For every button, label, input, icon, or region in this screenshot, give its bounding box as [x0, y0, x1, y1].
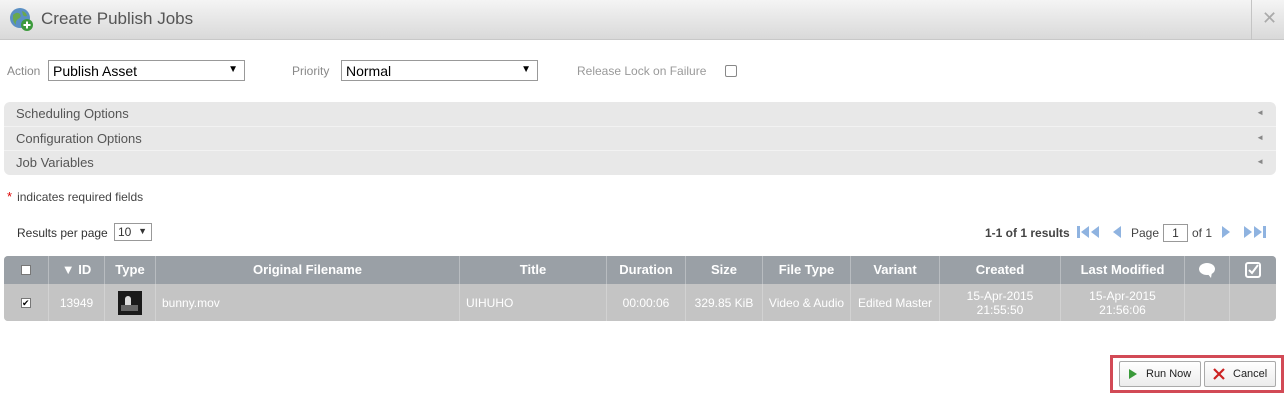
accordion-label: Scheduling Options: [16, 106, 129, 121]
options-accordion: Scheduling Options ◄ Configuration Optio…: [4, 102, 1276, 175]
column-header-duration[interactable]: Duration: [607, 256, 686, 284]
cancel-label: Cancel: [1233, 368, 1268, 380]
row-size: 329.85 KiB: [686, 284, 763, 321]
dialog-titlebar: Create Publish Jobs ✕: [0, 0, 1284, 40]
row-last-modified: 15-Apr-2015 21:56:06: [1061, 284, 1185, 321]
row-created-time: 21:55:50: [976, 302, 1024, 317]
results-per-page-value: 10: [118, 225, 132, 239]
accordion-scheduling-options[interactable]: Scheduling Options ◄: [4, 102, 1276, 126]
required-note-text: indicates required fields: [17, 190, 144, 204]
play-icon: [1129, 369, 1137, 379]
globe-add-icon: [10, 8, 33, 31]
select-all-header[interactable]: [4, 256, 49, 284]
next-page-icon[interactable]: [1219, 224, 1233, 243]
results-per-page-select[interactable]: 10 ▼: [114, 223, 152, 241]
dialog-title: Create Publish Jobs: [41, 9, 194, 28]
first-page-icon[interactable]: [1076, 224, 1102, 243]
row-status: [1230, 284, 1276, 321]
cancel-button[interactable]: Cancel: [1204, 361, 1276, 387]
table-row[interactable]: 13949 bunny.mov UIHUHO 00:00:06 329.85 K…: [4, 284, 1276, 321]
row-comments: [1185, 284, 1230, 321]
video-thumbnail-icon[interactable]: [118, 290, 142, 315]
priority-select[interactable]: Normal ▼: [341, 60, 538, 81]
required-fields-note: * indicates required fields: [7, 189, 143, 204]
accordion-label: Configuration Options: [16, 131, 142, 146]
row-created: 15-Apr-2015 21:55:50: [940, 284, 1061, 321]
results-per-page-label: Results per page: [17, 226, 108, 240]
column-header-size[interactable]: Size: [686, 256, 763, 284]
column-header-file-type[interactable]: File Type: [763, 256, 851, 284]
row-duration: 00:00:06: [607, 284, 686, 321]
row-filename: bunny.mov: [156, 284, 460, 321]
priority-label: Priority: [292, 64, 330, 78]
column-header-status[interactable]: [1230, 256, 1276, 284]
row-variant: Edited Master: [851, 284, 940, 321]
chevron-down-icon: ▼: [138, 226, 147, 236]
speech-bubble-icon: [1199, 263, 1215, 278]
close-icon[interactable]: ✕: [1262, 9, 1277, 27]
release-lock-label: Release Lock on Failure: [577, 64, 707, 78]
column-header-title[interactable]: Title: [460, 256, 607, 284]
row-id: 13949: [49, 284, 105, 321]
column-header-original-filename[interactable]: Original Filename: [156, 256, 460, 284]
accordion-label: Job Variables: [16, 155, 94, 170]
collapse-arrow-icon: ◄: [1256, 157, 1264, 166]
row-select-cell[interactable]: [4, 284, 49, 321]
column-header-type[interactable]: Type: [105, 256, 156, 284]
chevron-down-icon: ▼: [521, 64, 531, 75]
accordion-configuration-options[interactable]: Configuration Options ◄: [4, 126, 1276, 150]
run-now-label: Run Now: [1146, 368, 1192, 380]
column-header-variant[interactable]: Variant: [851, 256, 940, 284]
cancel-x-icon: [1213, 368, 1225, 380]
results-count: 1-1 of 1 results: [985, 226, 1070, 240]
run-now-button[interactable]: Run Now: [1119, 361, 1201, 387]
row-file-type: Video & Audio: [763, 284, 851, 321]
row-type: [105, 284, 156, 321]
results-table: ▼ ID Type Original Filename Title Durati…: [4, 256, 1276, 321]
titlebar-divider: [1251, 0, 1252, 40]
row-created-date: 15-Apr-2015: [966, 288, 1034, 303]
column-header-id[interactable]: ▼ ID: [49, 256, 105, 284]
last-page-icon[interactable]: [1241, 224, 1267, 243]
checkbox-icon: [1245, 262, 1261, 278]
collapse-arrow-icon: ◄: [1256, 133, 1264, 142]
release-lock-checkbox[interactable]: [725, 65, 737, 77]
page-number-input[interactable]: 1: [1163, 224, 1188, 242]
priority-select-value: Normal: [346, 63, 392, 79]
required-star-icon: *: [7, 189, 13, 204]
action-label: Action: [7, 64, 41, 78]
row-modified-date: 15-Apr-2015: [1089, 288, 1156, 303]
accordion-job-variables[interactable]: Job Variables ◄: [4, 150, 1276, 174]
column-header-last-modified[interactable]: Last Modified: [1061, 256, 1185, 284]
collapse-arrow-icon: ◄: [1256, 108, 1264, 117]
column-header-comments[interactable]: [1185, 256, 1230, 284]
row-modified-time: 21:56:06: [1099, 302, 1146, 317]
previous-page-icon[interactable]: [1110, 224, 1124, 243]
page-total-label: of 1: [1192, 226, 1213, 240]
column-header-created[interactable]: Created: [940, 256, 1061, 284]
select-all-checkbox[interactable]: [21, 265, 31, 275]
row-title: UIHUHO: [460, 284, 607, 321]
row-select-checkbox[interactable]: [21, 296, 31, 310]
job-settings-row: Action Publish Asset ▼ Priority Normal ▼…: [0, 60, 1284, 82]
table-header-row: ▼ ID Type Original Filename Title Durati…: [4, 256, 1276, 284]
page-label: Page: [1131, 226, 1160, 240]
action-select-value: Publish Asset: [53, 63, 138, 79]
action-select[interactable]: Publish Asset ▼: [48, 60, 245, 81]
chevron-down-icon: ▼: [228, 64, 238, 75]
